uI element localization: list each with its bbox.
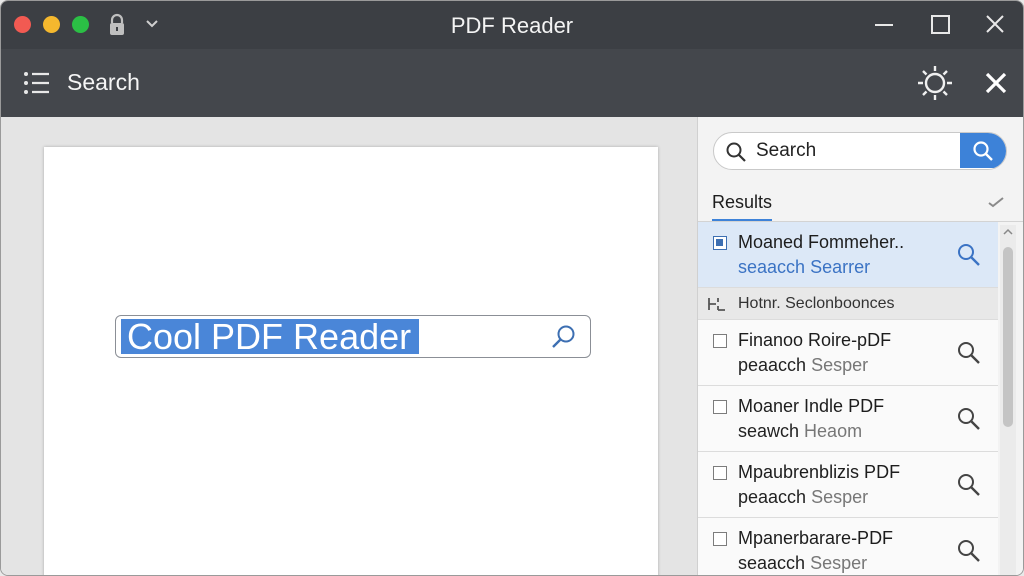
result-checkbox[interactable] — [713, 466, 727, 480]
document-search-field[interactable]: Cool PDF Reader — [115, 315, 591, 358]
scrollbar-thumb[interactable] — [1003, 247, 1013, 427]
sidebar-search-box — [713, 132, 1007, 170]
result-title: Moaner Indle PDF — [738, 396, 885, 416]
toolbar-title: Search — [67, 69, 140, 95]
checkmark-icon[interactable] — [987, 194, 1005, 210]
highlighted-search-text: Cool PDF Reader — [121, 319, 420, 355]
result-item[interactable]: Moaned Fommeher.. seaacch Searrer — [698, 222, 998, 288]
search-icon[interactable] — [956, 242, 982, 268]
search-icon — [726, 142, 746, 162]
result-subtitle: seaacch Searrer — [738, 257, 871, 277]
search-icon[interactable] — [550, 323, 578, 351]
app-window: PDF Reader Search Cool PDF Reader Search… — [0, 0, 1024, 576]
section-label: Hotnr. Seclonboonces — [738, 295, 895, 312]
search-icon[interactable] — [956, 538, 982, 564]
brightness-icon[interactable] — [916, 64, 954, 102]
result-title: Finanoo Roire-pDF — [738, 330, 892, 350]
close-window-icon[interactable] — [980, 11, 1010, 39]
section-icon — [708, 298, 725, 311]
sidebar-search-input[interactable] — [756, 133, 956, 168]
menu-list-icon[interactable] — [22, 69, 52, 97]
results-list: Moaned Fommeher.. seaacch Searrer Hotnr.… — [698, 222, 998, 575]
result-title: Moaned Fommeher.. — [738, 232, 905, 252]
close-search-icon[interactable] — [981, 68, 1011, 98]
result-item[interactable]: Moaner Indle PDF seawch Heaom — [698, 386, 998, 452]
toolbar: Search — [1, 49, 1023, 117]
result-title: Mpanerbarare-PDF — [738, 528, 894, 548]
result-item[interactable]: Mpaubrenblizis PDF peaacch Sesper — [698, 452, 998, 518]
result-checkbox[interactable] — [713, 236, 727, 250]
search-sidebar: Results Moaned Fommeher.. seaacch Searre… — [697, 117, 1023, 575]
sidebar-search-button[interactable] — [960, 133, 1006, 168]
search-icon — [973, 141, 993, 161]
result-item[interactable]: Mpanerbarare-PDF seaacch Sesper — [698, 518, 998, 575]
search-icon[interactable] — [956, 472, 982, 498]
results-scrollbar[interactable] — [1000, 225, 1016, 575]
pdf-page: Cool PDF Reader — [44, 147, 658, 575]
section-header: Hotnr. Seclonboonces — [698, 288, 998, 320]
search-icon[interactable] — [956, 340, 982, 366]
search-icon[interactable] — [956, 406, 982, 432]
result-checkbox[interactable] — [713, 400, 727, 414]
result-subtitle: seawch Heaom — [738, 421, 863, 441]
minimize-icon[interactable] — [869, 11, 899, 39]
result-item[interactable]: Finanoo Roire-pDF peaacch Sesper — [698, 320, 998, 386]
result-subtitle: seaacch Sesper — [738, 553, 868, 573]
result-title: Mpaubrenblizis PDF — [738, 462, 901, 482]
result-checkbox[interactable] — [713, 532, 727, 546]
tab-results[interactable]: Results — [712, 192, 773, 222]
result-checkbox[interactable] — [713, 334, 727, 348]
result-subtitle: peaacch Sesper — [738, 487, 869, 507]
maximize-icon[interactable] — [925, 11, 955, 39]
result-subtitle: peaacch Sesper — [738, 355, 869, 375]
document-area: Cool PDF Reader — [1, 117, 697, 575]
title-bar: PDF Reader — [1, 1, 1023, 49]
scroll-up-arrow-icon[interactable] — [1003, 227, 1013, 237]
